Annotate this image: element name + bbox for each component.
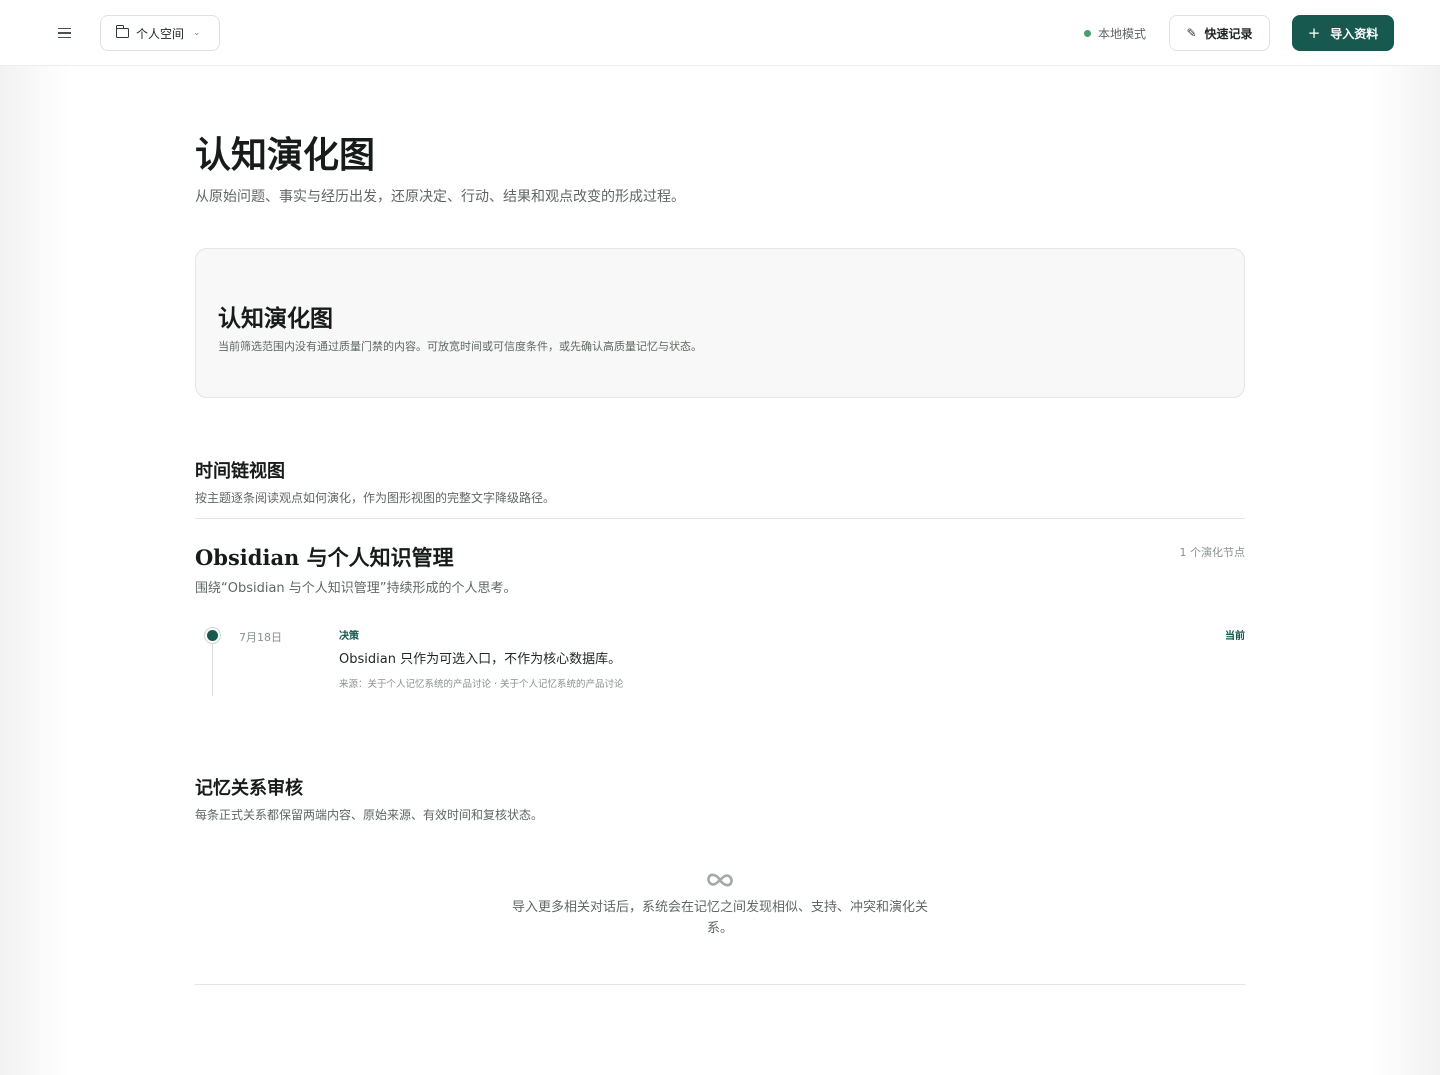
plus-icon: + [1307,23,1321,42]
menu-button[interactable] [52,21,76,45]
timeline-date: 7月18日 [239,631,282,644]
timeline-node-icon [207,630,218,641]
mode-indicator: 本地模式 [1084,24,1146,42]
quick-record-button[interactable]: ✎ 快速记录 [1169,15,1270,51]
topic-title: Obsidian 与个人知识管理 [195,545,454,570]
mode-label: 本地模式 [1098,26,1147,41]
quick-record-label: 快速记录 [1204,26,1253,41]
timeline-status-badge: 当前 [1225,631,1245,642]
divider [195,518,1245,519]
timeline-kind-badge: 决策 [339,631,359,642]
timeline-source: 来源：关于个人记忆系统的产品讨论 · 关于个人记忆系统的产品讨论 [339,679,624,690]
import-label: 导入资料 [1330,26,1379,41]
workspace-label: 个人空间 [136,26,185,41]
chevron-down-icon: ⌄ [193,28,201,38]
folder-icon [115,25,129,38]
relation-empty-state: 导入更多相关对话后，系统会在记忆之间发现相似、支持、冲突和演化关系。 [505,869,935,939]
timeline-line [212,644,213,696]
graph-card: 认知演化图 当前筛选范围内没有通过质量门禁的内容。可放宽时间或可信度条件，或先确… [195,248,1245,398]
topic-count: 1 个演化节点 [1179,546,1246,559]
menu-icon-bar [57,32,71,34]
graph-card-title: 认知演化图 [218,306,333,332]
status-dot-icon [1084,29,1091,37]
menu-icon-bar [57,36,71,39]
import-button[interactable]: + 导入资料 [1292,15,1394,51]
graph-card-description: 当前筛选范围内没有通过质量门禁的内容。可放宽时间或可信度条件，或先确认高质量记忆… [218,340,702,353]
menu-icon [57,27,71,30]
page-title: 认知演化图 [195,134,376,176]
relation-empty-text: 导入更多相关对话后，系统会在记忆之间发现相似、支持、冲突和演化关系。 [511,900,928,936]
timeline-section-title: 时间链视图 [195,461,285,482]
workspace-switcher[interactable]: 个人空间 ⌄ [100,15,220,51]
timeline-section-description: 按主题逐条阅读观点如何演化，作为图形视图的完整文字降级路径。 [195,491,556,505]
page-subtitle: 从原始问题、事实与经历出发，还原决定、行动、结果和观点改变的形成过程。 [195,189,685,205]
link-icon [707,873,733,887]
pencil-icon: ✎ [1186,26,1197,40]
divider [195,984,1245,985]
timeline-text: Obsidian 只作为可选入口，不作为核心数据库。 [339,652,622,667]
top-bar: 个人空间 ⌄ 本地模式 ✎ 快速记录 + 导入资料 [0,0,1440,66]
relation-section-title: 记忆关系审核 [195,778,303,799]
topic-description: 围绕“Obsidian 与个人知识管理”持续形成的个人思考。 [195,581,517,596]
relation-section-description: 每条正式关系都保留两端内容、原始来源、有效时间和复核状态。 [195,808,544,822]
